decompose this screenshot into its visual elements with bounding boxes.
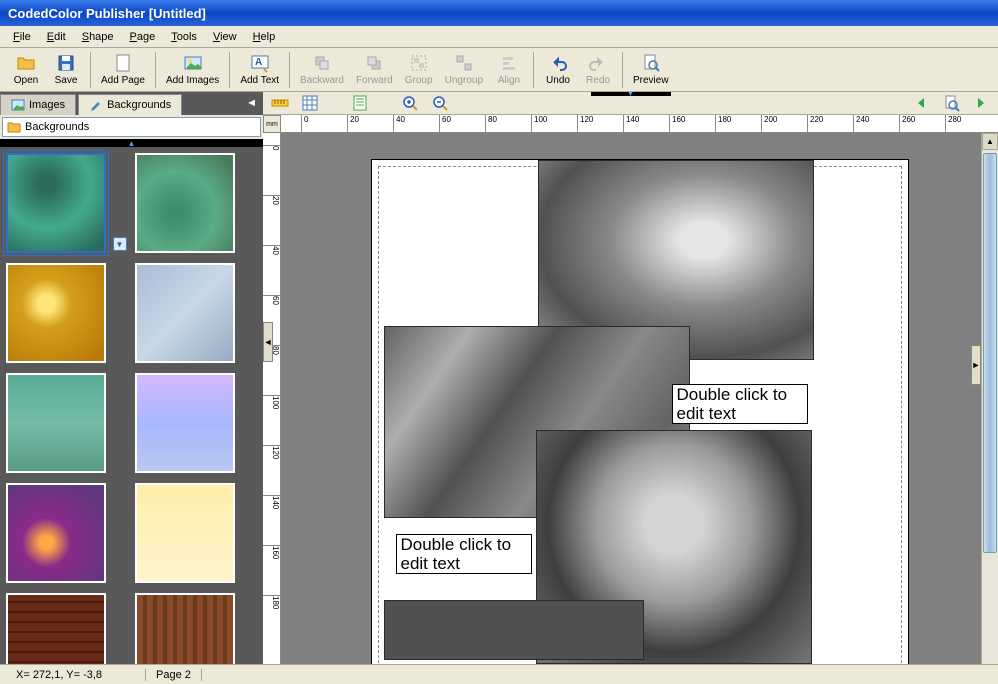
- sidebar: Images Backgrounds ◄ Backgrounds ▼: [0, 92, 263, 664]
- menu-view[interactable]: View: [206, 29, 244, 45]
- image-icon: [183, 53, 203, 73]
- add-text-button[interactable]: A Add Text: [234, 51, 285, 88]
- redo-icon: [588, 53, 608, 73]
- zoom-out-button[interactable]: [429, 92, 451, 114]
- brush-icon: [89, 98, 103, 112]
- menu-edit[interactable]: Edit: [40, 29, 73, 45]
- path-bar[interactable]: Backgrounds: [2, 117, 261, 137]
- thumbnail-dropdown[interactable]: ▼: [113, 237, 127, 251]
- thumbnail[interactable]: [135, 263, 235, 363]
- tab-images-label: Images: [29, 99, 65, 111]
- menubar: File Edit Shape Page Tools View Help: [0, 26, 998, 48]
- save-button[interactable]: Save: [46, 51, 86, 88]
- align-icon: [499, 53, 519, 73]
- workspace[interactable]: Double click to edit text Double click t…: [281, 133, 998, 664]
- menu-help[interactable]: Help: [246, 29, 283, 45]
- ruler-unit: mm: [263, 115, 281, 133]
- grid-button[interactable]: [299, 92, 321, 114]
- open-folder-icon: [16, 53, 36, 73]
- separator: [622, 52, 623, 88]
- separator: [533, 52, 534, 88]
- tab-backgrounds[interactable]: Backgrounds: [78, 94, 182, 115]
- add-page-button[interactable]: Add Page: [95, 51, 151, 88]
- page-canvas[interactable]: Double click to edit text Double click t…: [371, 159, 909, 664]
- canvas-area: mm 020406080100120140160180 020406080100…: [263, 92, 998, 664]
- menu-tools[interactable]: Tools: [164, 29, 204, 45]
- separator: [90, 52, 91, 88]
- text-icon: A: [250, 53, 270, 73]
- thumbnail[interactable]: [6, 153, 106, 253]
- backward-button[interactable]: Backward: [294, 51, 350, 88]
- page-zoom-button[interactable]: [940, 92, 962, 114]
- main-area: Images Backgrounds ◄ Backgrounds ▼: [0, 92, 998, 664]
- background-thumbnails: ▼: [0, 147, 263, 664]
- text-box[interactable]: Double click to edit text: [672, 384, 808, 424]
- properties-button[interactable]: [349, 92, 371, 114]
- ungroup-icon: [454, 53, 474, 73]
- thumbnail[interactable]: [6, 263, 106, 363]
- menu-file[interactable]: File: [6, 29, 38, 45]
- ruler-horizontal: 020406080100120140160180200220240260280: [281, 115, 998, 133]
- splitter-top[interactable]: [591, 92, 671, 96]
- thumbnail[interactable]: [135, 483, 235, 583]
- preview-icon: [641, 53, 661, 73]
- tab-backgrounds-label: Backgrounds: [107, 99, 171, 111]
- titlebar: CodedColor Publisher [Untitled]: [0, 0, 998, 26]
- thumbnail[interactable]: [6, 593, 106, 664]
- menu-shape[interactable]: Shape: [75, 29, 121, 45]
- forward-icon: [364, 53, 384, 73]
- thumbnail[interactable]: [135, 593, 235, 664]
- scrollbar-vertical[interactable]: ▲ ▼: [981, 133, 998, 664]
- save-icon: [56, 53, 76, 73]
- text-box[interactable]: Double click to edit text: [396, 534, 532, 574]
- scroll-up-arrow[interactable]: ▲: [982, 133, 998, 150]
- separator: [289, 52, 290, 88]
- separator: [155, 52, 156, 88]
- preview-button[interactable]: Preview: [627, 51, 675, 88]
- statusbar: X= 272,1, Y= -3,8 Page 2: [0, 664, 998, 684]
- tab-images[interactable]: Images: [0, 94, 76, 115]
- ruler-vertical: 020406080100120140160180: [263, 133, 281, 664]
- thumbnail[interactable]: [135, 373, 235, 473]
- status-page: Page 2: [146, 669, 202, 681]
- splitter-horizontal[interactable]: [0, 139, 263, 147]
- group-button[interactable]: Group: [399, 51, 439, 88]
- window-title: CodedColor Publisher [Untitled]: [8, 6, 206, 21]
- panel-collapse-right[interactable]: ►: [971, 345, 981, 385]
- group-icon: [409, 53, 429, 73]
- svg-text:A: A: [255, 57, 262, 68]
- next-page-button[interactable]: [970, 92, 992, 114]
- placed-image[interactable]: [384, 600, 644, 660]
- status-coords: X= 272,1, Y= -3,8: [6, 669, 146, 681]
- open-button[interactable]: Open: [6, 51, 46, 88]
- path-text: Backgrounds: [25, 121, 89, 133]
- sidebar-tabs: Images Backgrounds ◄: [0, 92, 263, 115]
- backward-icon: [312, 53, 332, 73]
- ruler-button[interactable]: [269, 92, 291, 114]
- thumbnail[interactable]: [6, 483, 106, 583]
- redo-button[interactable]: Redo: [578, 51, 618, 88]
- image-icon: [11, 98, 25, 112]
- separator: [229, 52, 230, 88]
- forward-button[interactable]: Forward: [350, 51, 399, 88]
- prev-page-button[interactable]: [910, 92, 932, 114]
- ungroup-button[interactable]: Ungroup: [439, 51, 489, 88]
- thumbnail[interactable]: [135, 153, 235, 253]
- thumbnail[interactable]: [6, 373, 106, 473]
- sidebar-expand-icon[interactable]: ◄: [240, 94, 263, 115]
- page-icon: [113, 53, 133, 73]
- align-button[interactable]: Align: [489, 51, 529, 88]
- zoom-in-button[interactable]: [399, 92, 421, 114]
- panel-collapse-left[interactable]: ◄: [263, 322, 273, 362]
- add-images-button[interactable]: Add Images: [160, 51, 225, 88]
- undo-button[interactable]: Undo: [538, 51, 578, 88]
- toolbar: Open Save Add Page Add Images A Add Text…: [0, 48, 998, 92]
- undo-icon: [548, 53, 568, 73]
- folder-icon: [7, 120, 21, 134]
- menu-page[interactable]: Page: [123, 29, 163, 45]
- scrollbar-thumb[interactable]: [983, 153, 997, 553]
